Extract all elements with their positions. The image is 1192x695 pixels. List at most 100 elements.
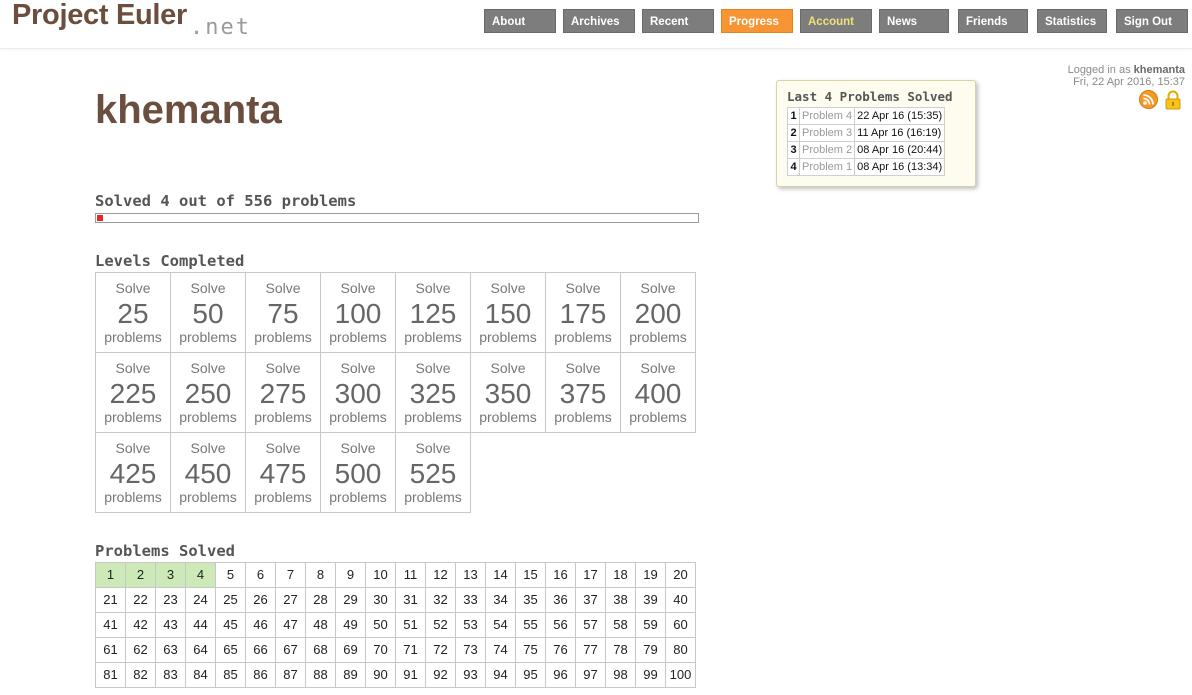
problem-cell[interactable]: 90	[365, 662, 396, 688]
problem-cell[interactable]: 14	[485, 562, 516, 588]
problem-cell[interactable]: 12	[425, 562, 456, 588]
problem-cell[interactable]: 77	[575, 637, 606, 663]
problem-cell[interactable]: 80	[665, 637, 696, 663]
problem-cell[interactable]: 89	[335, 662, 366, 688]
recent-problem-link[interactable]: Problem 4	[798, 107, 856, 125]
problem-cell[interactable]: 9	[335, 562, 366, 588]
problem-cell[interactable]: 39	[635, 587, 666, 613]
problem-cell[interactable]: 100	[665, 662, 696, 688]
problem-cell[interactable]: 84	[185, 662, 216, 688]
problem-cell[interactable]: 67	[275, 637, 306, 663]
problem-cell[interactable]: 21	[95, 587, 126, 613]
problem-cell[interactable]: 10	[365, 562, 396, 588]
problem-cell[interactable]: 28	[305, 587, 336, 613]
problem-cell[interactable]: 88	[305, 662, 336, 688]
problem-cell[interactable]: 53	[455, 612, 486, 638]
problem-cell[interactable]: 43	[155, 612, 186, 638]
problem-cell[interactable]: 33	[455, 587, 486, 613]
problem-cell[interactable]: 30	[365, 587, 396, 613]
problem-cell[interactable]: 76	[545, 637, 576, 663]
problem-cell[interactable]: 97	[575, 662, 606, 688]
problem-cell[interactable]: 87	[275, 662, 306, 688]
problem-cell[interactable]: 68	[305, 637, 336, 663]
problem-cell[interactable]: 91	[395, 662, 426, 688]
problem-cell[interactable]: 17	[575, 562, 606, 588]
problem-cell[interactable]: 42	[125, 612, 156, 638]
problem-cell[interactable]: 54	[485, 612, 516, 638]
problem-cell[interactable]: 40	[665, 587, 696, 613]
problem-cell[interactable]: 35	[515, 587, 546, 613]
problem-cell[interactable]: 82	[125, 662, 156, 688]
problem-cell[interactable]: 16	[545, 562, 576, 588]
problem-cell[interactable]: 38	[605, 587, 636, 613]
problem-cell[interactable]: 19	[635, 562, 666, 588]
problem-cell[interactable]: 45	[215, 612, 246, 638]
problem-cell[interactable]: 22	[125, 587, 156, 613]
problem-cell[interactable]: 78	[605, 637, 636, 663]
nav-news-button[interactable]: News	[879, 9, 949, 33]
problem-cell[interactable]: 63	[155, 637, 186, 663]
problem-cell[interactable]: 60	[665, 612, 696, 638]
problem-cell[interactable]: 11	[395, 562, 426, 588]
problem-cell[interactable]: 41	[95, 612, 126, 638]
nav-recent-button[interactable]: Recent	[642, 9, 714, 33]
nav-account-button[interactable]: Account	[800, 9, 872, 33]
nav-friends-button[interactable]: Friends	[958, 9, 1028, 33]
problem-cell[interactable]: 20	[665, 562, 696, 588]
problem-cell[interactable]: 73	[455, 637, 486, 663]
problem-cell[interactable]: 83	[155, 662, 186, 688]
problem-cell[interactable]: 70	[365, 637, 396, 663]
problem-cell[interactable]: 99	[635, 662, 666, 688]
nav-about-button[interactable]: About	[484, 9, 556, 33]
lock-icon[interactable]	[1163, 90, 1183, 110]
problem-cell-solved[interactable]: 2	[125, 562, 156, 588]
problem-cell[interactable]: 61	[95, 637, 126, 663]
problem-cell[interactable]: 27	[275, 587, 306, 613]
problem-cell[interactable]: 5	[215, 562, 246, 588]
problem-cell[interactable]: 13	[455, 562, 486, 588]
problem-cell[interactable]: 65	[215, 637, 246, 663]
problem-cell-solved[interactable]: 1	[95, 562, 126, 588]
problem-cell[interactable]: 86	[245, 662, 276, 688]
problem-cell[interactable]: 81	[95, 662, 126, 688]
problem-cell[interactable]: 57	[575, 612, 606, 638]
problem-cell[interactable]: 32	[425, 587, 456, 613]
problem-cell[interactable]: 72	[425, 637, 456, 663]
problem-cell[interactable]: 55	[515, 612, 546, 638]
problem-cell[interactable]: 62	[125, 637, 156, 663]
problem-cell[interactable]: 69	[335, 637, 366, 663]
problem-cell[interactable]: 7	[275, 562, 306, 588]
problem-cell[interactable]: 49	[335, 612, 366, 638]
problem-cell[interactable]: 58	[605, 612, 636, 638]
problem-cell[interactable]: 59	[635, 612, 666, 638]
site-logo[interactable]: Project Euler .net	[12, 0, 262, 44]
login-username[interactable]: khemanta	[1134, 64, 1185, 76]
problem-cell[interactable]: 25	[215, 587, 246, 613]
nav-statistics-button[interactable]: Statistics	[1037, 9, 1107, 33]
problem-cell[interactable]: 6	[245, 562, 276, 588]
problem-cell[interactable]: 79	[635, 637, 666, 663]
problem-cell[interactable]: 29	[335, 587, 366, 613]
nav-archives-button[interactable]: Archives	[563, 9, 635, 33]
problem-cell-solved[interactable]: 3	[155, 562, 186, 588]
problem-cell[interactable]: 85	[215, 662, 246, 688]
problem-cell[interactable]: 95	[515, 662, 546, 688]
problem-cell[interactable]: 98	[605, 662, 636, 688]
problem-cell[interactable]: 18	[605, 562, 636, 588]
problem-cell[interactable]: 92	[425, 662, 456, 688]
problem-cell[interactable]: 50	[365, 612, 396, 638]
recent-problem-link[interactable]: Problem 2	[798, 141, 856, 159]
problem-cell-solved[interactable]: 4	[185, 562, 216, 588]
problem-cell[interactable]: 44	[185, 612, 216, 638]
problem-cell[interactable]: 64	[185, 637, 216, 663]
problem-cell[interactable]: 24	[185, 587, 216, 613]
problem-cell[interactable]: 93	[455, 662, 486, 688]
problem-cell[interactable]: 96	[545, 662, 576, 688]
recent-problem-link[interactable]: Problem 3	[798, 124, 856, 142]
problem-cell[interactable]: 34	[485, 587, 516, 613]
problem-cell[interactable]: 56	[545, 612, 576, 638]
nav-progress-button[interactable]: Progress	[721, 9, 793, 33]
problem-cell[interactable]: 74	[485, 637, 516, 663]
problem-cell[interactable]: 26	[245, 587, 276, 613]
problem-cell[interactable]: 36	[545, 587, 576, 613]
